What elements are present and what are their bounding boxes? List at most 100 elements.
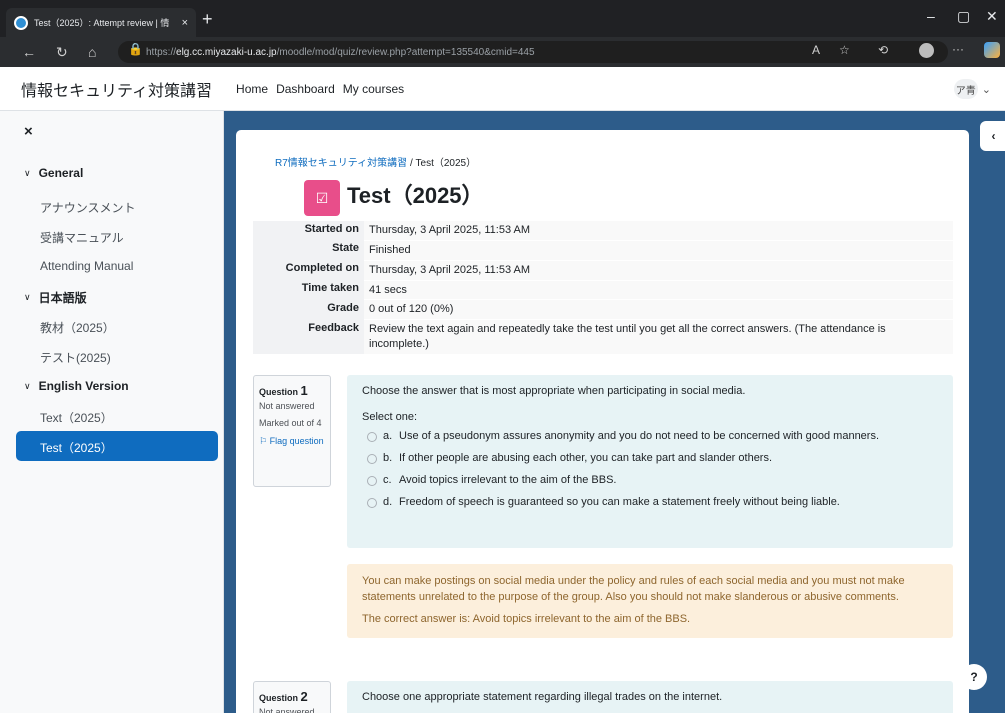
section-title: English Version <box>38 379 129 393</box>
nav-home[interactable]: Home <box>236 82 268 96</box>
new-tab-button[interactable]: + <box>202 10 213 28</box>
question-formulation: Choose the answer that is most appropria… <box>347 375 953 548</box>
question-state: Not answered <box>259 707 315 713</box>
section-general[interactable]: ∨ General <box>24 166 83 180</box>
breadcrumb-course[interactable]: R7情報セキュリティ対策講習 <box>275 158 407 169</box>
section-title: General <box>38 166 84 180</box>
answer-option[interactable]: c. Avoid topics irrelevant to the aim of… <box>362 473 938 489</box>
block-drawer-toggle[interactable]: ‹ <box>980 121 1005 151</box>
course-item[interactable]: Attending Manual <box>40 259 133 273</box>
question-text: Choose one appropriate statement regardi… <box>362 691 723 703</box>
nav-my-courses[interactable]: My courses <box>343 82 404 96</box>
section-title: 日本語版 <box>38 291 87 305</box>
course-index-drawer: × ∨ General アナウンスメント 受講マニュアル Attending M… <box>0 111 224 713</box>
tab-title: Test（2025）: Attempt review | 情 <box>34 18 170 28</box>
option-text: Freedom of speech is guaranteed so you c… <box>399 495 840 508</box>
breadcrumb-sep: / <box>409 158 413 169</box>
question-info: Question 2 Not answered <box>253 681 331 713</box>
main-content-card: R7情報セキュリティ対策講習 / Test（2025） ☑ Test（2025）… <box>236 130 969 713</box>
summary-value: 0 out of 120 (0%) <box>364 299 953 321</box>
question-marks: Marked out of 4 <box>259 417 322 428</box>
summary-label: Completed on <box>253 260 364 281</box>
section-english[interactable]: ∨ English Version <box>24 379 129 393</box>
window-close-icon[interactable]: ✕ <box>986 8 998 25</box>
page-area: ‹ R7情報セキュリティ対策講習 / Test（2025） ☑ Test（202… <box>224 111 1005 713</box>
answer-option[interactable]: d. Freedom of speech is guaranteed so yo… <box>362 495 938 511</box>
home-icon[interactable]: ⌂ <box>88 44 96 60</box>
radio-button[interactable] <box>367 475 377 486</box>
summary-value: Finished <box>364 240 953 261</box>
table-row: Time taken 41 secs <box>253 280 953 301</box>
user-avatar: ア青 <box>953 79 978 99</box>
question-info: Question 1 Not answered Marked out of 4 … <box>253 375 331 487</box>
primary-nav: Home Dashboard My courses <box>236 82 404 96</box>
table-row: State Finished <box>253 240 953 261</box>
section-japanese[interactable]: ∨ 日本語版 <box>24 289 87 306</box>
option-letter: b. <box>383 451 393 464</box>
general-feedback: You can make postings on social media un… <box>362 575 905 603</box>
radio-button[interactable] <box>367 453 377 464</box>
read-aloud-icon[interactable]: A <box>812 43 820 57</box>
breadcrumb-current: Test（2025） <box>415 158 477 169</box>
course-item[interactable]: Text（2025） <box>40 409 113 426</box>
maximize-icon[interactable]: ▢ <box>957 8 970 25</box>
summary-value: 41 secs <box>364 280 953 301</box>
course-item[interactable]: テスト(2025) <box>40 349 111 366</box>
option-text: If other people are abusing each other, … <box>399 451 773 464</box>
answer-option[interactable]: b. If other people are abusing each othe… <box>362 451 938 467</box>
summary-label: Grade <box>253 299 364 320</box>
summary-label: Time taken <box>253 280 364 300</box>
back-icon[interactable]: ← <box>22 44 36 60</box>
question-feedback: You can make postings on social media un… <box>347 564 953 638</box>
extensions-icon[interactable]: ⟲ <box>878 43 888 57</box>
nav-dashboard[interactable]: Dashboard <box>276 82 335 96</box>
summary-label: Started on <box>253 221 364 241</box>
course-item[interactable]: アナウンスメント <box>40 199 136 216</box>
site-favicon-icon <box>14 15 28 30</box>
question-formulation: Choose one appropriate statement regardi… <box>347 681 953 713</box>
answer-option[interactable]: a. Use of a pseudonym assures anonymity … <box>362 429 938 445</box>
site-navbar: 情報セキュリティ対策講習 Home Dashboard My courses ア… <box>0 67 1005 111</box>
chevron-down-icon: ∨ <box>24 292 31 302</box>
flag-question-button[interactable]: ⚐ Flag question <box>259 435 325 448</box>
summary-value: Thursday, 3 April 2025, 11:53 AM <box>364 221 953 241</box>
course-item-active[interactable]: Test（2025） <box>16 431 218 461</box>
address-bar-row: ← ↻ ⌂ https://elg.cc.miyazaki-u.ac.jp/mo… <box>0 37 1005 67</box>
correct-answer: The correct answer is: Avoid topics irre… <box>362 612 691 625</box>
lock-icon[interactable]: 🔒 <box>128 42 143 56</box>
minimize-icon[interactable]: – <box>927 8 935 24</box>
browser-tab[interactable]: Test（2025）: Attempt review | 情 × <box>6 8 196 37</box>
option-letter: c. <box>383 473 392 486</box>
chevron-left-icon: ‹ <box>991 129 996 143</box>
option-letter: d. <box>383 495 393 508</box>
url-field[interactable]: https://elg.cc.miyazaki-u.ac.jp/moodle/m… <box>118 41 948 63</box>
copilot-icon[interactable] <box>984 42 1000 58</box>
chevron-down-icon: ∨ <box>24 167 31 178</box>
browser-tab-strip: Test（2025）: Attempt review | 情 × + – ▢ ✕ <box>0 0 1005 37</box>
help-button[interactable]: ? <box>961 664 987 690</box>
user-menu[interactable]: ア青 ⌄ <box>953 79 991 99</box>
radio-button[interactable] <box>367 497 377 508</box>
summary-label: Feedback <box>253 319 364 355</box>
course-item[interactable]: 受講マニュアル <box>40 229 124 246</box>
more-menu-icon[interactable]: ··· <box>952 42 964 56</box>
tab-close-icon[interactable]: × <box>182 17 188 29</box>
radio-button[interactable] <box>367 432 377 442</box>
profile-avatar-icon[interactable] <box>919 43 934 58</box>
question-number: Question 1 <box>259 383 308 398</box>
answer-prompt: Select one: <box>362 411 418 423</box>
close-drawer-icon[interactable]: × <box>24 123 33 140</box>
table-row: Grade 0 out of 120 (0%) <box>253 299 953 321</box>
option-text: Avoid topics irrelevant to the aim of th… <box>399 473 617 486</box>
chevron-down-icon: ⌄ <box>981 83 991 96</box>
url-path: /moodle/mod/quiz/review.php?attempt=1355… <box>276 46 535 58</box>
chevron-down-icon: ∨ <box>24 380 31 391</box>
reload-icon[interactable]: ↻ <box>56 44 68 61</box>
favorite-star-icon[interactable]: ☆ <box>839 43 850 57</box>
summary-value: Thursday, 3 April 2025, 11:53 AM <box>364 260 953 281</box>
site-brand[interactable]: 情報セキュリティ対策講習 <box>21 77 212 101</box>
question-number: Question 2 <box>259 689 308 704</box>
question-state: Not answered <box>259 401 315 412</box>
course-item[interactable]: 教材（2025） <box>40 319 115 336</box>
summary-label: State <box>253 240 364 261</box>
